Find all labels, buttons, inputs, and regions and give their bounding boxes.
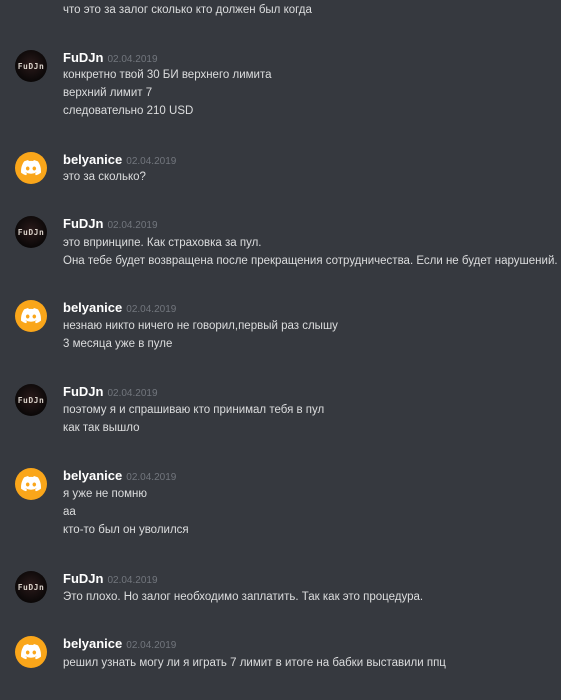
timestamp: 02.04.2019 xyxy=(126,640,177,651)
username[interactable]: FuDJn xyxy=(63,216,103,231)
username[interactable]: FuDJn xyxy=(63,571,103,586)
timestamp: 02.04.2019 xyxy=(107,575,158,586)
avatar[interactable] xyxy=(15,468,47,500)
avatar[interactable]: FuDJn xyxy=(15,50,47,82)
timestamp: 02.04.2019 xyxy=(107,388,158,399)
message-header: belyanice 02.04.2019 xyxy=(63,636,176,654)
timestamp: 02.04.2019 xyxy=(107,220,158,231)
message-line: Она тебе будет возвращена после прекраще… xyxy=(63,255,558,267)
message-line: конкретно твой 30 БИ верхнего лимита xyxy=(63,69,272,81)
message-line: я уже не помню xyxy=(63,488,148,500)
discord-logo-icon xyxy=(21,644,41,660)
message-line: незнаю никто ничего не говорил,первый ра… xyxy=(63,320,338,332)
avatar[interactable] xyxy=(15,636,47,668)
avatar[interactable]: FuDJn xyxy=(15,384,47,416)
avatar-text: FuDJn xyxy=(17,227,45,237)
message-header: belyanice 02.04.2019 xyxy=(63,468,176,486)
message-line: это впринципе. Как страховка за пул. xyxy=(63,237,262,249)
message-line: как так вышло xyxy=(63,422,140,434)
message-line: поэтому я и спрашиваю кто принимал тебя … xyxy=(63,404,325,416)
message-line: что это за залог сколько кто должен был … xyxy=(63,4,312,16)
message-header: FuDJn 02.04.2019 xyxy=(63,571,158,589)
avatar-text: FuDJn xyxy=(17,395,45,405)
message-header: belyanice 02.04.2019 xyxy=(63,300,176,318)
discord-logo-icon xyxy=(21,160,41,176)
username[interactable]: belyanice xyxy=(63,152,122,167)
timestamp: 02.04.2019 xyxy=(107,54,158,65)
message-line: аа xyxy=(63,506,76,518)
avatar-text: FuDJn xyxy=(17,582,45,592)
discord-logo-icon xyxy=(21,308,41,324)
avatar[interactable] xyxy=(15,152,47,184)
message-header: FuDJn 02.04.2019 xyxy=(63,384,158,402)
timestamp: 02.04.2019 xyxy=(126,304,177,315)
username[interactable]: belyanice xyxy=(63,636,122,651)
avatar-text: FuDJn xyxy=(17,61,45,71)
message-line: следовательно 210 USD xyxy=(63,105,194,117)
message-line: верхний лимит 7 xyxy=(63,87,153,99)
message-line: Это плохо. Но залог необходимо заплатить… xyxy=(63,591,424,603)
avatar[interactable] xyxy=(15,300,47,332)
message-line: решил узнать могу ли я играть 7 лимит в … xyxy=(63,657,446,669)
message-line: 3 месяца уже в пуле xyxy=(63,338,173,350)
username[interactable]: FuDJn xyxy=(63,50,103,65)
username[interactable]: FuDJn xyxy=(63,384,103,399)
username[interactable]: belyanice xyxy=(63,300,122,315)
message-line: кто-то был он уволился xyxy=(63,524,189,536)
avatar[interactable]: FuDJn xyxy=(15,216,47,248)
avatar[interactable]: FuDJn xyxy=(15,571,47,603)
username[interactable]: belyanice xyxy=(63,468,122,483)
timestamp: 02.04.2019 xyxy=(126,472,177,483)
message-line: это за сколько? xyxy=(63,171,146,183)
discord-logo-icon xyxy=(21,476,41,492)
message-header: FuDJn 02.04.2019 xyxy=(63,216,158,234)
timestamp: 02.04.2019 xyxy=(126,156,177,167)
